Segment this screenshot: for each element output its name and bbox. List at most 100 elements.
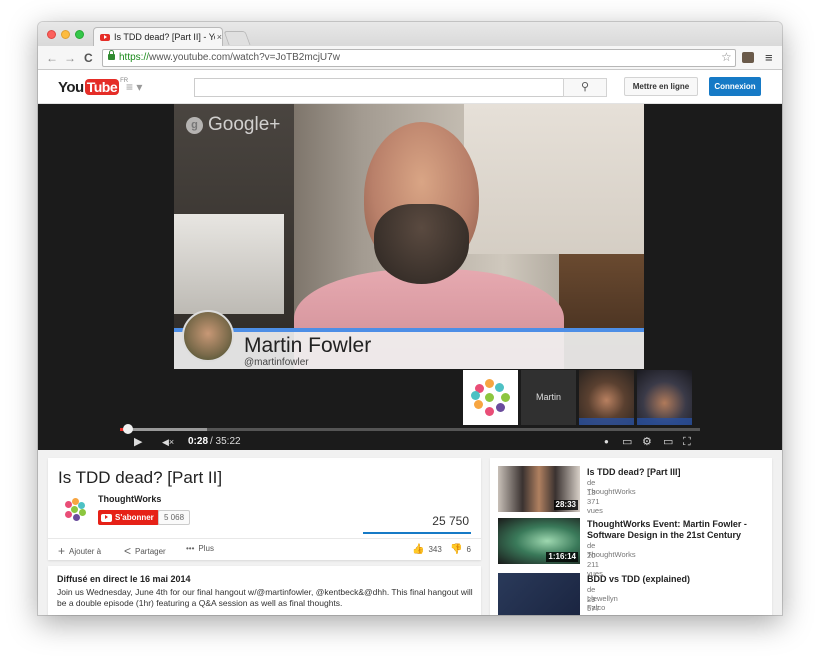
description-card: Diffusé en direct le 16 mai 2014 Join us… bbox=[48, 566, 481, 615]
share-button[interactable]: < Partager bbox=[124, 544, 166, 558]
browser-toolbar: ← → C https://www.youtube.com/watch?v=Jo… bbox=[38, 46, 782, 70]
logo-dot bbox=[485, 393, 494, 402]
related-video-views: 29 577 vues bbox=[587, 595, 603, 615]
speaker-avatar bbox=[182, 310, 234, 362]
video-duration: 28:33 bbox=[553, 500, 578, 510]
participant-label-bar bbox=[637, 418, 692, 425]
forward-arrow-icon[interactable]: → bbox=[64, 50, 76, 66]
speaker-handle: @martinfowler bbox=[244, 357, 309, 368]
related-video-views: 13 371 vues bbox=[587, 488, 603, 515]
video-duration: 1:16:14 bbox=[546, 552, 578, 562]
add-to-label: Ajouter à bbox=[69, 546, 102, 556]
logo-dot bbox=[471, 391, 480, 400]
search-input[interactable] bbox=[194, 78, 564, 97]
participant-thumb-martin: Martin bbox=[521, 370, 576, 425]
participant-thumbnails: Martin bbox=[463, 370, 692, 425]
address-bar[interactable]: https://www.youtube.com/watch?v=JoTB2mcj… bbox=[102, 49, 736, 67]
bookmark-star-icon[interactable]: ☆ bbox=[721, 50, 732, 64]
video-info-card: Is TDD dead? [Part II] ThoughtWorks S'ab… bbox=[48, 458, 481, 560]
theater-mode-icon[interactable]: ▭ bbox=[663, 436, 673, 448]
signin-button[interactable]: Connexion bbox=[709, 77, 761, 96]
thumbs-up-icon: 👍 bbox=[412, 544, 425, 555]
subscriber-count: 5 068 bbox=[158, 510, 191, 525]
logo-dot bbox=[65, 511, 72, 518]
fullscreen-icon[interactable]: ⛶ bbox=[683, 436, 691, 448]
tab-title: Is TDD dead? [Part II] - You bbox=[114, 32, 215, 42]
related-video-thumbnail[interactable] bbox=[498, 573, 580, 615]
progress-scrubber[interactable] bbox=[122, 424, 133, 434]
zoom-window-button[interactable] bbox=[75, 30, 84, 39]
video-speaker-beard bbox=[374, 204, 469, 284]
progress-buffered bbox=[120, 428, 207, 431]
back-arrow-icon[interactable]: ← bbox=[46, 50, 58, 66]
minimize-window-button[interactable] bbox=[61, 30, 70, 39]
logo-dot bbox=[501, 393, 510, 402]
view-count: 25 750 bbox=[432, 514, 469, 528]
captions-icon[interactable]: ▭ bbox=[622, 436, 632, 448]
related-video-title[interactable]: BDD vs TDD (explained) bbox=[587, 574, 757, 585]
channel-avatar[interactable] bbox=[59, 494, 89, 524]
google-plus-icon: g bbox=[186, 116, 203, 134]
related-video-thumbnail[interactable]: 1:16:14 bbox=[498, 518, 580, 564]
google-plus-text: Google+ bbox=[208, 114, 281, 135]
subscribe-label: S'abonner bbox=[115, 513, 154, 522]
content-area: Is TDD dead? [Part II] ThoughtWorks S'ab… bbox=[38, 450, 782, 615]
logo-dot bbox=[485, 379, 494, 388]
related-video-title[interactable]: Is TDD dead? [Part III] bbox=[587, 467, 757, 478]
logo-dot bbox=[485, 407, 494, 416]
like-count: 343 bbox=[428, 545, 442, 554]
search-button[interactable]: ⚲ bbox=[563, 78, 607, 97]
video-frame[interactable]: g Google+ Martin Fowler @martinfowler bbox=[174, 104, 644, 369]
add-to-button[interactable]: + Ajouter à bbox=[58, 544, 101, 558]
like-button[interactable]: 👍 343 bbox=[412, 544, 442, 555]
time-current: 0:28 bbox=[188, 436, 209, 447]
browser-window: Is TDD dead? [Part II] - You × ← → C htt… bbox=[38, 22, 782, 615]
reload-icon[interactable]: C bbox=[84, 50, 93, 66]
volume-icon[interactable]: ◀× bbox=[162, 436, 174, 448]
browser-tab[interactable]: Is TDD dead? [Part II] - You × bbox=[93, 27, 223, 46]
video-printer bbox=[174, 214, 284, 314]
participant-thumb-3 bbox=[579, 370, 634, 425]
progress-bar[interactable] bbox=[120, 424, 700, 434]
dislike-button[interactable]: 👎 6 bbox=[450, 544, 471, 555]
time-total: / 35:22 bbox=[210, 436, 241, 447]
share-label: Partager bbox=[135, 546, 166, 556]
video-player[interactable]: g Google+ Martin Fowler @martinfowler Ma… bbox=[38, 104, 782, 450]
guide-menu-icon[interactable]: ≡ ▾ bbox=[126, 80, 142, 94]
tab-strip: Is TDD dead? [Part II] - You × bbox=[38, 22, 782, 46]
logo-dot bbox=[71, 506, 78, 513]
annotations-icon[interactable]: ● bbox=[604, 436, 609, 448]
related-videos-sidebar: 28:33 Is TDD dead? [Part III] de Thought… bbox=[490, 458, 772, 615]
settings-icon[interactable]: ⚙ bbox=[642, 436, 652, 448]
lock-icon bbox=[108, 50, 115, 60]
description-text: Join us Wednesday, June 4th for our fina… bbox=[57, 587, 473, 608]
more-button[interactable]: ••• Plus bbox=[186, 544, 214, 553]
play-icon[interactable]: ▶ bbox=[134, 436, 142, 448]
logo-dot bbox=[495, 383, 504, 392]
related-video-title[interactable]: ThoughtWorks Event: Martin Fowler - Soft… bbox=[587, 519, 757, 540]
subscribe-button[interactable]: S'abonner bbox=[98, 510, 159, 525]
tab-close-icon[interactable]: × bbox=[217, 32, 222, 42]
participant-label-bar bbox=[579, 418, 634, 425]
speaker-name: Martin Fowler bbox=[244, 334, 372, 357]
dislike-count: 6 bbox=[466, 545, 471, 554]
logo-dot bbox=[496, 403, 505, 412]
upload-button[interactable]: Mettre en ligne bbox=[624, 77, 698, 96]
google-plus-watermark: g Google+ bbox=[186, 114, 280, 136]
youtube-play-icon bbox=[101, 513, 112, 522]
new-tab-button[interactable] bbox=[223, 31, 251, 45]
logo-dot bbox=[78, 502, 85, 509]
thumbs-down-icon: 👎 bbox=[450, 544, 463, 555]
related-video-thumbnail[interactable]: 28:33 bbox=[498, 466, 580, 512]
description-title: Diffusé en direct le 16 mai 2014 bbox=[57, 574, 191, 584]
extension-icon[interactable] bbox=[742, 52, 754, 63]
video-title: Is TDD dead? [Part II] bbox=[58, 468, 223, 487]
participant-thumb-4 bbox=[637, 370, 692, 425]
more-label: Plus bbox=[198, 544, 214, 553]
browser-menu-icon[interactable]: ≡ bbox=[765, 50, 773, 65]
channel-name[interactable]: ThoughtWorks bbox=[98, 494, 161, 504]
share-icon: < bbox=[124, 544, 132, 558]
youtube-logo[interactable]: You Tube FR bbox=[58, 78, 128, 96]
logo-tube: Tube bbox=[84, 79, 120, 95]
close-window-button[interactable] bbox=[47, 30, 56, 39]
